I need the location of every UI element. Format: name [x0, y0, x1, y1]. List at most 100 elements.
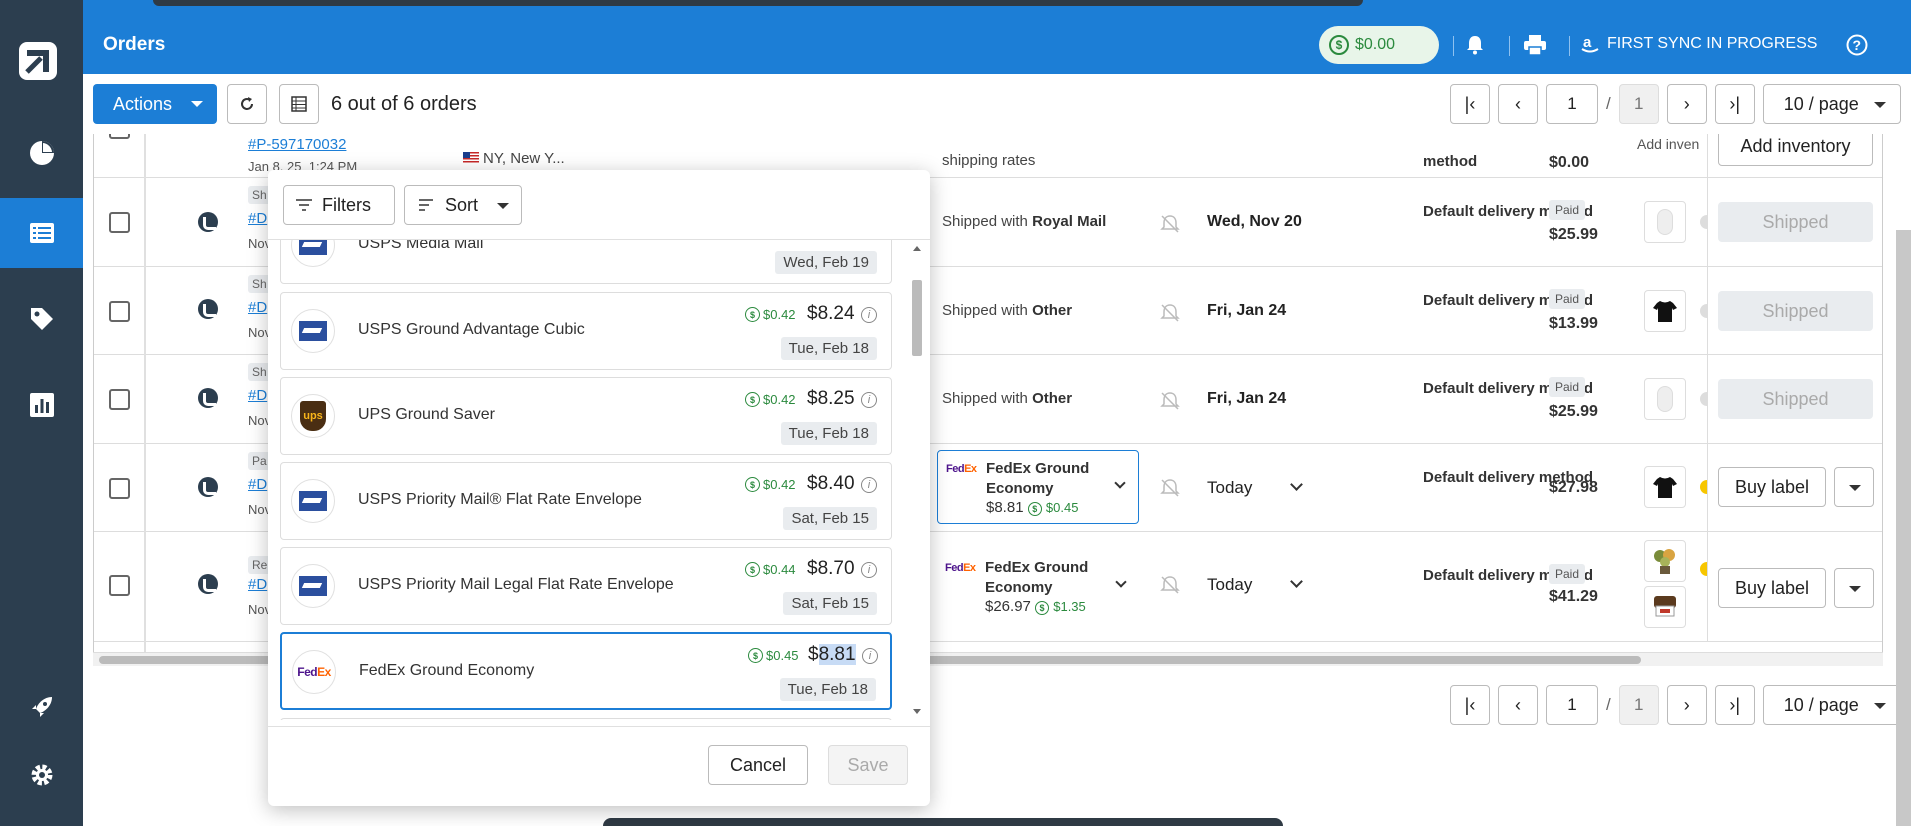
product-thumbnail	[1644, 290, 1686, 332]
sidebar-item-launch[interactable]	[0, 672, 83, 742]
page-size-label: 10 / page	[1783, 93, 1859, 114]
last-page-button[interactable]: ›|	[1714, 685, 1755, 725]
ship-date-select[interactable]: Today	[1207, 575, 1304, 595]
bar-chart-icon	[29, 393, 54, 417]
row-checkbox[interactable]	[109, 478, 130, 499]
info-icon[interactable]: i	[862, 648, 878, 664]
sidebar-item-settings[interactable]	[0, 740, 83, 810]
rate-option[interactable]: USPS Media Mail Wed, Feb 19	[280, 240, 892, 284]
bell-off-icon	[1160, 575, 1182, 597]
rate-option[interactable]: USPS Priority Mail® Flat Rate Envelope $…	[280, 462, 892, 540]
rate-price: $8.81	[808, 644, 856, 665]
usps-logo	[291, 240, 335, 267]
row-actions: Shipped	[1707, 355, 1882, 443]
pagination-bottom: |‹ ‹ 1 / 1 › ›| 10 / page	[1450, 685, 1901, 725]
sidebar-item-products[interactable]	[0, 284, 83, 354]
sync-status[interactable]: a FIRST SYNC IN PROGRESS	[1581, 34, 1817, 54]
rate-service-name: USPS Priority Mail Legal Flat Rate Envel…	[358, 576, 674, 593]
buy-label-button[interactable]: Buy label	[1718, 568, 1826, 608]
order-link[interactable]: #D	[248, 210, 267, 227]
bell-icon[interactable]	[1461, 31, 1489, 59]
sidebar-item-dashboard[interactable]	[0, 118, 83, 188]
next-page-button[interactable]: ›	[1666, 84, 1707, 124]
page-scrollbar[interactable]	[1896, 230, 1911, 826]
inventory-text: Add inven	[1637, 136, 1700, 152]
fedex-logo: FedEx	[292, 650, 336, 694]
sidebar-item-orders[interactable]	[0, 198, 83, 268]
carrier-select[interactable]: FedEx FedEx Ground Economy $26.97 $ $1.3…	[937, 550, 1139, 624]
order-link[interactable]: #D	[248, 476, 267, 493]
prev-page-button[interactable]: ‹	[1498, 685, 1538, 725]
refresh-button[interactable]	[227, 84, 267, 124]
order-link[interactable]: #P-597170032	[248, 136, 346, 153]
page-size-select[interactable]: 10 / page	[1762, 685, 1901, 725]
help-icon[interactable]: ?	[1843, 31, 1871, 59]
actions-button[interactable]: Actions	[93, 84, 217, 124]
rate-list-scrollbar[interactable]	[910, 240, 924, 720]
shipped-button[interactable]: Shipped	[1718, 202, 1873, 242]
pagination-top: |‹ ‹ 1 / 1 › ›| 10 / page	[1450, 84, 1901, 124]
page-slash: /	[1606, 695, 1611, 714]
sort-icon	[419, 199, 433, 211]
order-link[interactable]: #D	[248, 576, 267, 593]
header-bar: Orders $ $0.00 a FIRST SYNC IN PROGRESS …	[83, 16, 1911, 74]
add-inventory-button[interactable]: Add inventory	[1718, 134, 1873, 166]
shipped-button[interactable]: Shipped	[1718, 379, 1873, 419]
scroll-up-icon[interactable]	[913, 246, 921, 251]
shipped-button[interactable]: Shipped	[1718, 291, 1873, 331]
order-link[interactable]: #D	[248, 299, 267, 316]
page-input[interactable]: 1	[1546, 84, 1598, 124]
row-checkbox[interactable]	[109, 301, 130, 322]
carrier-select[interactable]: FedEx FedEx Ground Economy $8.81 $ $0.45	[937, 450, 1139, 524]
rate-option[interactable]: ups UPS Ground Saver $ $0.42 $8.25 i Tue,…	[280, 377, 892, 455]
row-checkbox[interactable]	[109, 134, 130, 139]
info-icon[interactable]: i	[861, 307, 877, 323]
balance-badge[interactable]: $ $0.00	[1319, 26, 1439, 64]
row-checkbox[interactable]	[109, 389, 130, 410]
sort-button[interactable]: Sort	[404, 185, 522, 225]
rate-option[interactable]: USPS Priority Mail Legal Flat Rate Envel…	[280, 547, 892, 625]
ship-to-location: NY, New Y...	[483, 150, 565, 167]
ship-date-select[interactable]: Today	[1207, 478, 1304, 498]
filters-button[interactable]: Filters	[283, 185, 395, 225]
row-checkbox[interactable]	[109, 575, 130, 596]
info-icon[interactable]: i	[861, 392, 877, 408]
info-icon[interactable]: i	[861, 477, 877, 493]
bell-off-icon	[1160, 478, 1182, 500]
order-link[interactable]: #D	[248, 387, 267, 404]
chevron-down-icon	[1115, 576, 1127, 588]
scrollbar-thumb[interactable]	[912, 280, 922, 356]
save-button[interactable]: Save	[828, 745, 908, 785]
info-icon[interactable]: i	[861, 562, 877, 578]
buy-label-dropdown[interactable]	[1834, 568, 1874, 608]
last-page-button[interactable]: ›|	[1714, 84, 1755, 124]
page-input[interactable]: 1	[1546, 685, 1598, 725]
sidebar-item-reports[interactable]	[0, 370, 83, 440]
svg-text:?: ?	[1853, 37, 1862, 53]
row-actions: Buy label	[1707, 532, 1882, 641]
columns-button[interactable]	[279, 84, 319, 124]
carrier-name: FedEx Ground Economy	[985, 559, 1089, 596]
page-size-select[interactable]: 10 / page	[1762, 84, 1901, 124]
rate-option[interactable]	[280, 718, 892, 720]
row-checkbox[interactable]	[109, 212, 130, 233]
rate-option[interactable]: USPS Ground Advantage Cubic $ $0.42 $8.24…	[280, 292, 892, 370]
rate-option-selected[interactable]: FedEx FedEx Ground Economy $ $0.45 $8.81 …	[280, 632, 892, 710]
cashback: $ $0.42	[745, 307, 796, 322]
caret-down-icon	[1873, 703, 1886, 709]
printer-icon[interactable]	[1521, 31, 1549, 59]
shipping-info: Shipped with Other	[942, 302, 1073, 319]
order-amount: $25.99	[1549, 403, 1598, 420]
cancel-button[interactable]: Cancel	[708, 745, 808, 785]
first-page-button[interactable]: |‹	[1450, 685, 1490, 725]
app-logo[interactable]	[19, 42, 57, 80]
next-page-button[interactable]: ›	[1666, 685, 1707, 725]
buy-label-button[interactable]: Buy label	[1718, 467, 1826, 507]
prev-page-button[interactable]: ‹	[1498, 84, 1538, 124]
rate-delivery-date: Tue, Feb 18	[780, 337, 877, 360]
buy-label-dropdown[interactable]	[1834, 467, 1874, 507]
scroll-down-icon[interactable]	[913, 709, 921, 714]
refresh-icon	[241, 97, 253, 110]
cashback: $ $0.45	[748, 648, 799, 663]
first-page-button[interactable]: |‹	[1450, 84, 1490, 124]
